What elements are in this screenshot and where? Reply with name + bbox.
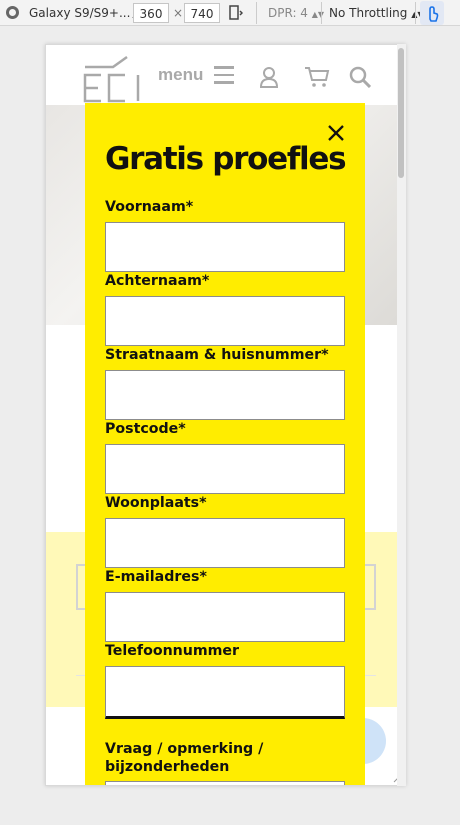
width-input[interactable]: 360 xyxy=(133,3,169,23)
dpr-select[interactable]: DPR: 4 ▲▼ xyxy=(268,3,324,23)
email-label: E-mailadres* xyxy=(105,569,207,585)
postcode-label: Postcode* xyxy=(105,421,186,437)
phone-label: Telefoonnummer xyxy=(105,643,240,659)
height-input[interactable]: 740 xyxy=(184,3,220,23)
phone-field[interactable] xyxy=(105,666,345,719)
site-header: menu xyxy=(46,45,405,105)
message-label: Vraag / opmerking / xyxy=(105,741,264,757)
email-field[interactable] xyxy=(105,592,345,642)
device-mode-icon xyxy=(6,6,19,19)
menu-label[interactable]: menu xyxy=(158,65,203,85)
postcode-field[interactable] xyxy=(105,444,345,494)
search-icon[interactable] xyxy=(349,66,371,88)
street-label: Straatnaam & huisnummer* xyxy=(105,347,329,363)
close-icon[interactable] xyxy=(327,124,345,142)
toolbar-divider xyxy=(321,2,322,24)
street-field[interactable] xyxy=(105,370,345,420)
device-select[interactable]: Galaxy S9/S9+...▲▼ xyxy=(29,3,145,23)
toolbar-divider xyxy=(256,2,257,24)
rotate-icon[interactable] xyxy=(229,5,243,21)
city-label: Woonplaats* xyxy=(105,495,207,511)
dimension-separator: × xyxy=(173,6,184,20)
touch-toggle-icon[interactable] xyxy=(420,1,444,25)
devtools-toolbar: Galaxy S9/S9+...▲▼ 360 × 740 DPR: 4 ▲▼ N… xyxy=(0,0,460,26)
throttling-select[interactable]: No Throttling ▲▼ xyxy=(329,3,424,23)
eci-logo[interactable] xyxy=(83,55,147,103)
cart-icon[interactable] xyxy=(304,66,330,88)
city-field[interactable] xyxy=(105,518,345,568)
last-name-label: Achternaam* xyxy=(105,273,210,289)
scrollbar-thumb[interactable] xyxy=(398,48,404,178)
trial-lesson-modal: Gratis proefles Voornaam* Achternaam* St… xyxy=(85,103,365,785)
hamburger-icon[interactable] xyxy=(214,66,234,84)
first-name-field[interactable] xyxy=(105,222,345,272)
message-textarea[interactable] xyxy=(105,781,345,785)
message-label-continued: bijzonderheden xyxy=(105,759,230,775)
modal-title: Gratis proefles xyxy=(105,141,347,177)
last-name-field[interactable] xyxy=(105,296,345,346)
user-icon[interactable] xyxy=(259,66,279,88)
first-name-label: Voornaam* xyxy=(105,199,194,215)
toolbar-divider xyxy=(415,2,416,24)
